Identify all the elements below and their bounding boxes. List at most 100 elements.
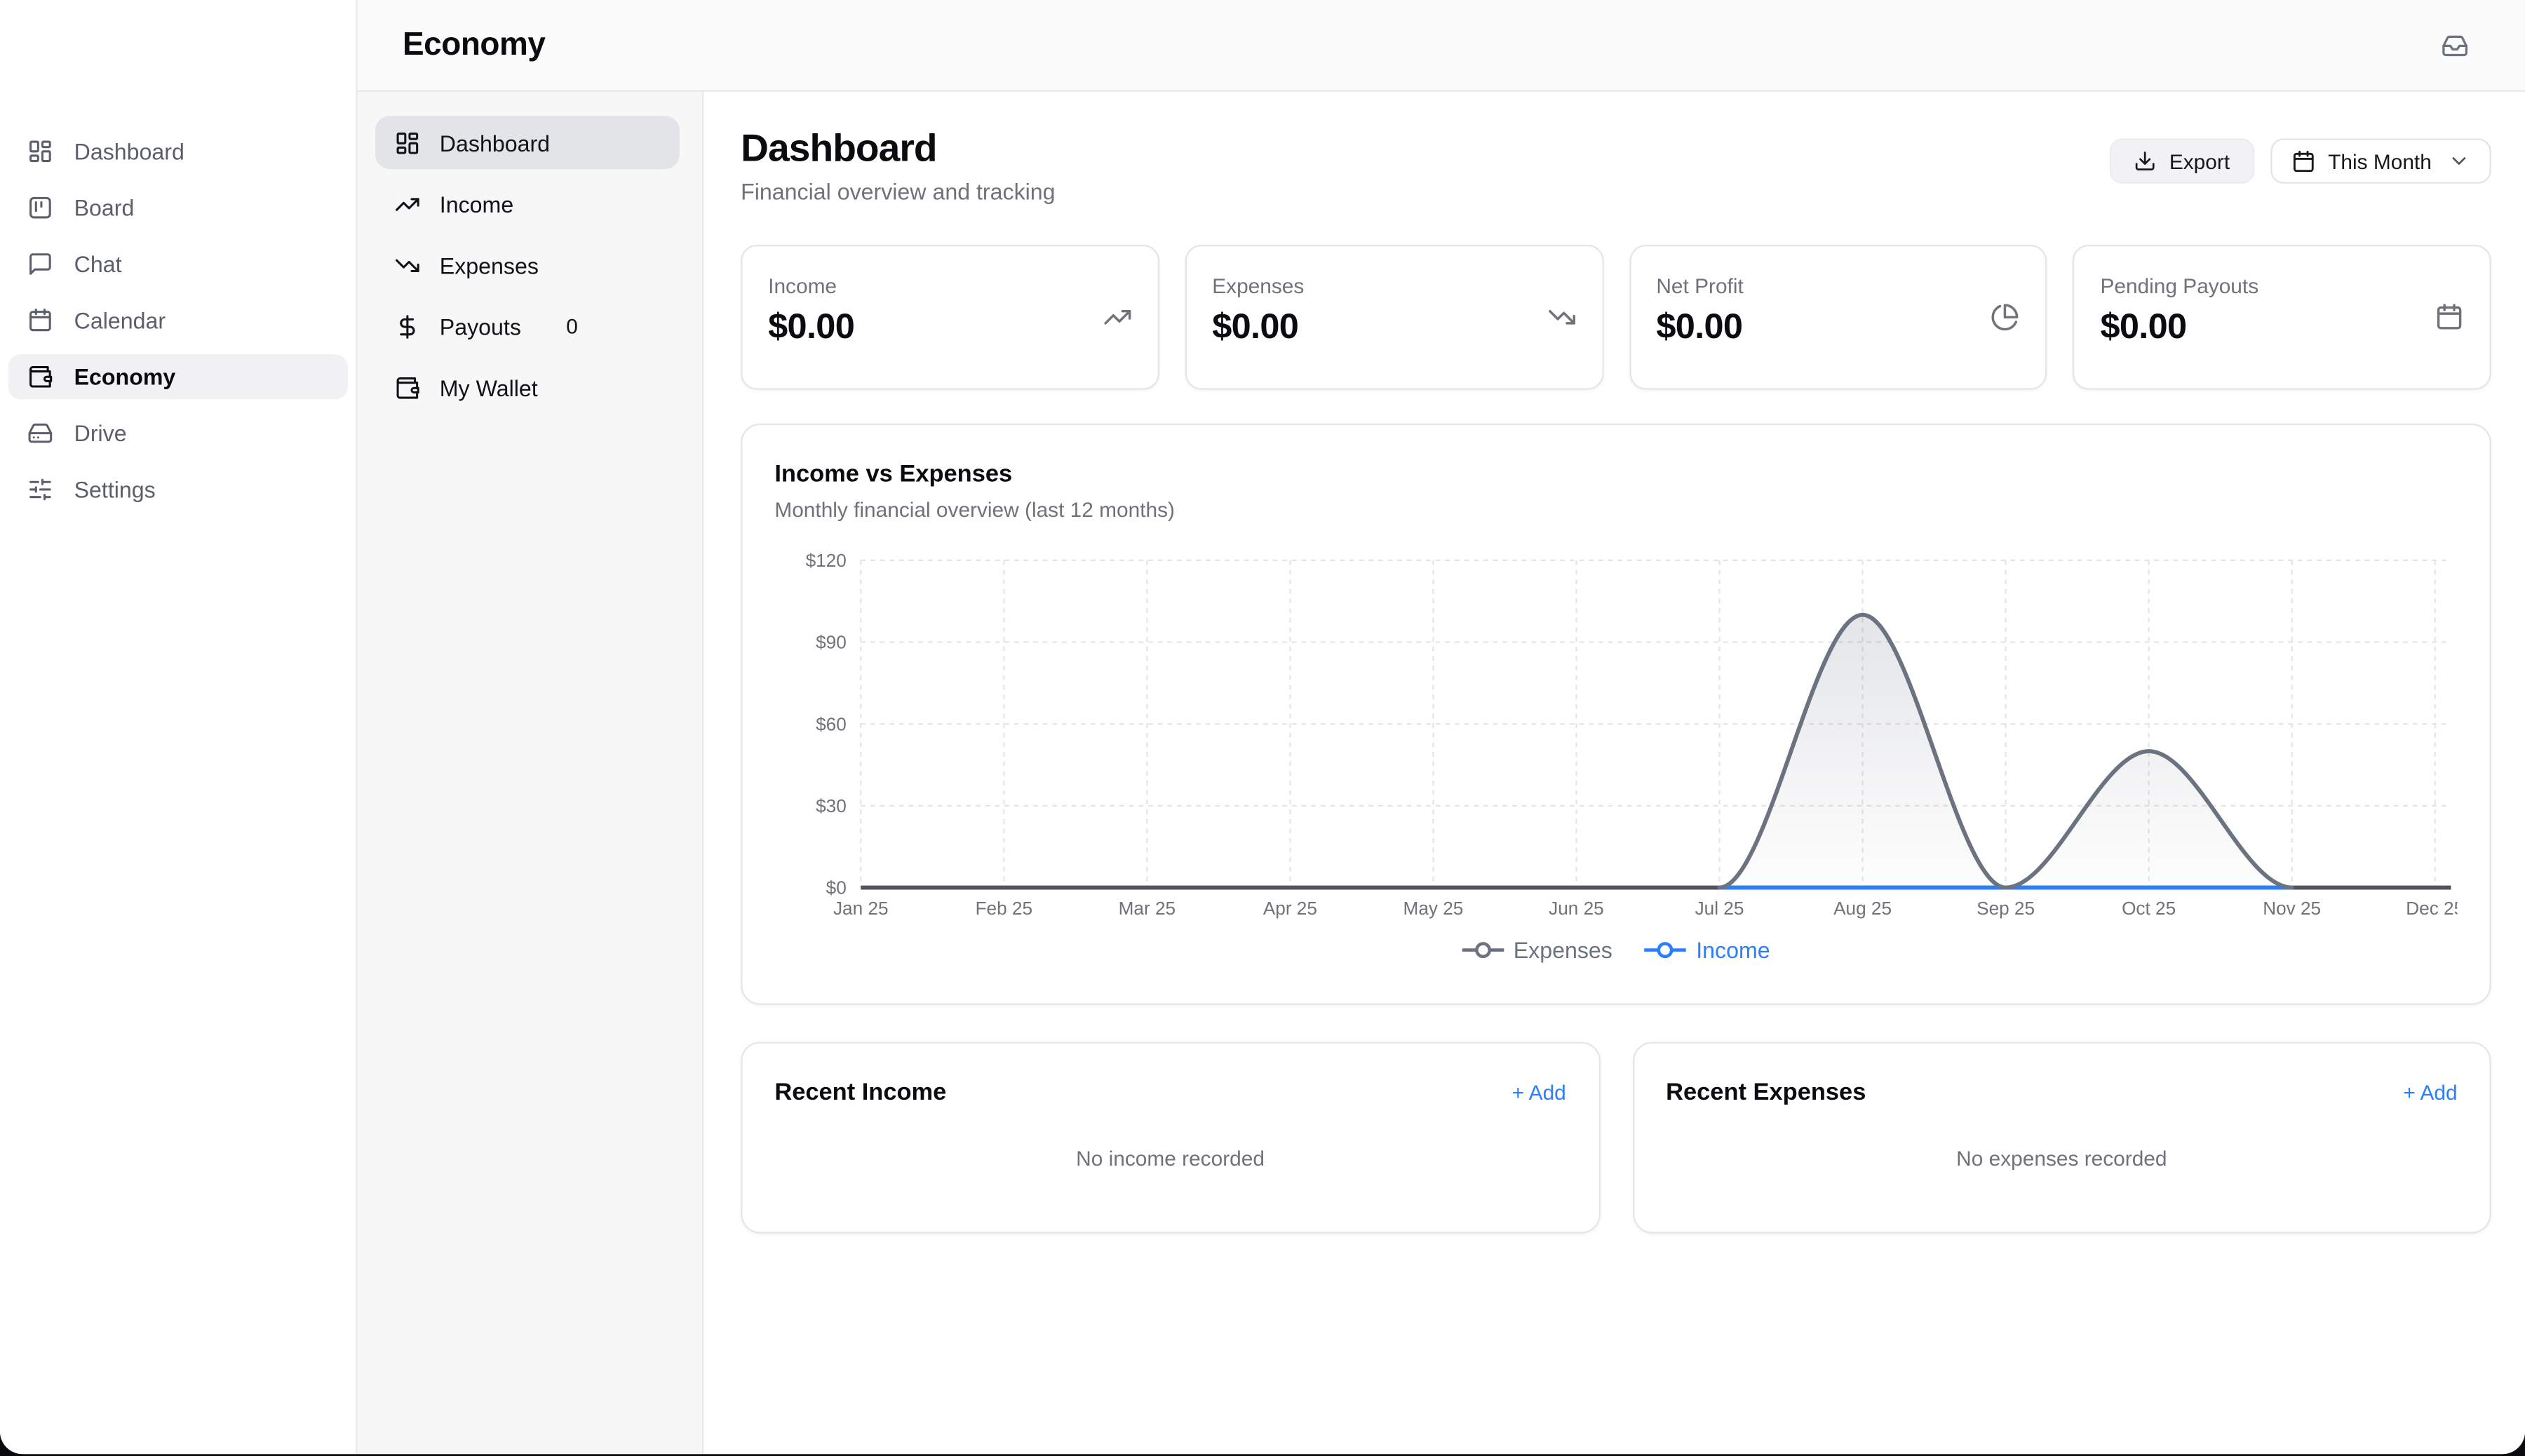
legend-label: Expenses: [1514, 938, 1612, 964]
subnav-item-dashboard[interactable]: Dashboard: [375, 116, 680, 169]
page-title-block: Dashboard Financial overview and trackin…: [741, 129, 1055, 205]
sidebar-item-label: Drive: [74, 420, 127, 446]
export-button-label: Export: [2169, 149, 2230, 173]
page-subtitle: Financial overview and tracking: [741, 179, 1055, 205]
recent-expenses-card: Recent Expenses + Add No expenses record…: [1632, 1042, 2491, 1234]
hard-drive-icon: [27, 420, 53, 446]
svg-text:Sep 25: Sep 25: [1977, 898, 2035, 919]
legend-item-expenses: Expenses: [1462, 938, 1612, 964]
stat-value: $0.00: [1212, 306, 1575, 349]
legend-marker-icon: [1645, 941, 1687, 960]
pie-chart-icon: [1991, 303, 2019, 332]
payouts-count-badge: 0: [566, 314, 578, 338]
wallet-icon: [27, 364, 53, 390]
stat-value: $0.00: [2100, 306, 2463, 349]
page-actions: Export This Month: [2110, 138, 2491, 183]
app-title: Economy: [403, 27, 545, 64]
svg-text:$90: $90: [816, 632, 847, 653]
add-income-button[interactable]: + Add: [1512, 1081, 1566, 1105]
primary-sidebar: Dashboard Board Chat Calendar Economy Drive Se…: [0, 0, 358, 1454]
calendar-icon: [2291, 149, 2315, 173]
app-window: Dashboard Board Chat Calendar Economy Drive Se…: [0, 0, 2525, 1454]
svg-text:Jul 25: Jul 25: [1695, 898, 1744, 919]
sidebar-item-label: Dashboard: [74, 138, 184, 164]
svg-text:Feb 25: Feb 25: [976, 898, 1032, 919]
stat-card-pending-payouts: Pending Payouts$0.00: [2073, 245, 2491, 390]
sidebar-item-label: Board: [74, 195, 135, 221]
trending-down-icon: [1547, 303, 1575, 332]
subnav-item-label: Expenses: [440, 252, 539, 278]
subnav-item-payouts[interactable]: Payouts 0: [375, 299, 680, 353]
dollar-sign-icon: [395, 314, 421, 339]
subnav-item-label: Income: [440, 191, 513, 217]
chart-legend: Expenses Income: [774, 938, 2457, 964]
chart-canvas: $0$30$60$90$120Jan 25Feb 25Mar 25Apr 25M…: [774, 548, 2457, 931]
stage: Dashboard Board Chat Calendar Economy Drive Se…: [0, 0, 2525, 1456]
inbox-icon[interactable]: [2442, 32, 2469, 59]
recent-expenses-title: Recent Expenses: [1666, 1079, 1866, 1107]
secondary-sidebar: Dashboard Income Expenses Payouts 0 My Wallet: [358, 92, 704, 1454]
sidebar-item-label: Economy: [74, 364, 176, 390]
recent-income-title: Recent Income: [774, 1079, 946, 1107]
kanban-board-icon: [27, 195, 53, 221]
svg-text:Mar 25: Mar 25: [1119, 898, 1176, 919]
add-expense-button[interactable]: + Add: [2403, 1081, 2457, 1105]
period-dropdown[interactable]: This Month: [2270, 138, 2491, 183]
page-title: Dashboard: [741, 129, 1055, 170]
svg-text:Oct 25: Oct 25: [2122, 898, 2176, 919]
income-vs-expenses-card: Income vs Expenses Monthly financial ove…: [741, 424, 2491, 1005]
subnav-item-label: Payouts: [440, 314, 521, 339]
stat-value: $0.00: [1656, 306, 2019, 349]
chevron-down-icon: [2448, 150, 2470, 173]
stat-value: $0.00: [768, 306, 1131, 349]
sidebar-item-economy[interactable]: Economy: [8, 354, 347, 399]
sliders-icon: [27, 477, 53, 503]
stat-card-net-profit: Net Profit $0.00: [1629, 245, 2047, 390]
recent-cards-row: Recent Income + Add No income recorded R…: [741, 1042, 2491, 1234]
subnav-item-my-wallet[interactable]: My Wallet: [375, 360, 680, 414]
legend-item-income: Income: [1645, 938, 1770, 964]
export-button[interactable]: Export: [2110, 138, 2254, 183]
income-vs-expenses-chart: $0$30$60$90$120Jan 25Feb 25Mar 25Apr 25M…: [774, 548, 2457, 931]
sidebar-item-board[interactable]: Board: [8, 185, 347, 230]
message-square-icon: [27, 251, 53, 277]
subnav-item-income[interactable]: Income: [375, 177, 680, 231]
sidebar-item-drive[interactable]: Drive: [8, 410, 347, 455]
period-dropdown-label: This Month: [2328, 149, 2432, 173]
sidebar-item-label: Calendar: [74, 308, 166, 334]
stat-cards-row: Income$0.00Expenses$0.00Net Profit$0.00P…: [741, 245, 2491, 390]
sidebar-item-label: Chat: [74, 251, 122, 277]
legend-label: Income: [1696, 938, 1770, 964]
svg-text:$0: $0: [826, 877, 847, 898]
wallet-icon: [395, 375, 421, 400]
svg-text:Dec 25: Dec 25: [2406, 898, 2457, 919]
trending-down-icon: [395, 252, 421, 278]
svg-text:$120: $120: [806, 550, 847, 571]
content-row: Dashboard Income Expenses Payouts 0 My Wallet…: [358, 92, 2525, 1454]
svg-text:Jan 25: Jan 25: [833, 898, 889, 919]
subnav-item-label: Dashboard: [440, 130, 550, 156]
svg-text:Aug 25: Aug 25: [1833, 898, 1892, 919]
layout-dashboard-icon: [395, 130, 421, 156]
svg-text:Nov 25: Nov 25: [2263, 898, 2321, 919]
calendar-icon: [27, 308, 53, 334]
subnav-item-expenses[interactable]: Expenses: [375, 238, 680, 292]
svg-text:May 25: May 25: [1403, 898, 1464, 919]
sidebar-item-chat[interactable]: Chat: [8, 241, 347, 286]
sidebar-item-settings[interactable]: Settings: [8, 467, 347, 512]
sidebar-item-calendar[interactable]: Calendar: [8, 298, 347, 343]
svg-text:Jun 25: Jun 25: [1549, 898, 1604, 919]
sidebar-item-dashboard[interactable]: Dashboard: [8, 129, 347, 174]
recent-expenses-empty-state: No expenses recorded: [1666, 1107, 2457, 1232]
chart-title: Income vs Expenses: [774, 461, 2457, 488]
trending-up-icon: [395, 191, 421, 217]
subnav-item-label: My Wallet: [440, 375, 538, 400]
chart-subtitle: Monthly financial overview (last 12 mont…: [774, 498, 2457, 522]
sidebar-item-label: Settings: [74, 477, 156, 503]
svg-text:$30: $30: [816, 795, 847, 816]
stat-label: Income: [768, 274, 1131, 298]
svg-text:$60: $60: [816, 714, 847, 735]
topbar: Economy: [358, 0, 2525, 92]
stat-label: Net Profit: [1656, 274, 2019, 298]
recent-income-card: Recent Income + Add No income recorded: [741, 1042, 1600, 1234]
